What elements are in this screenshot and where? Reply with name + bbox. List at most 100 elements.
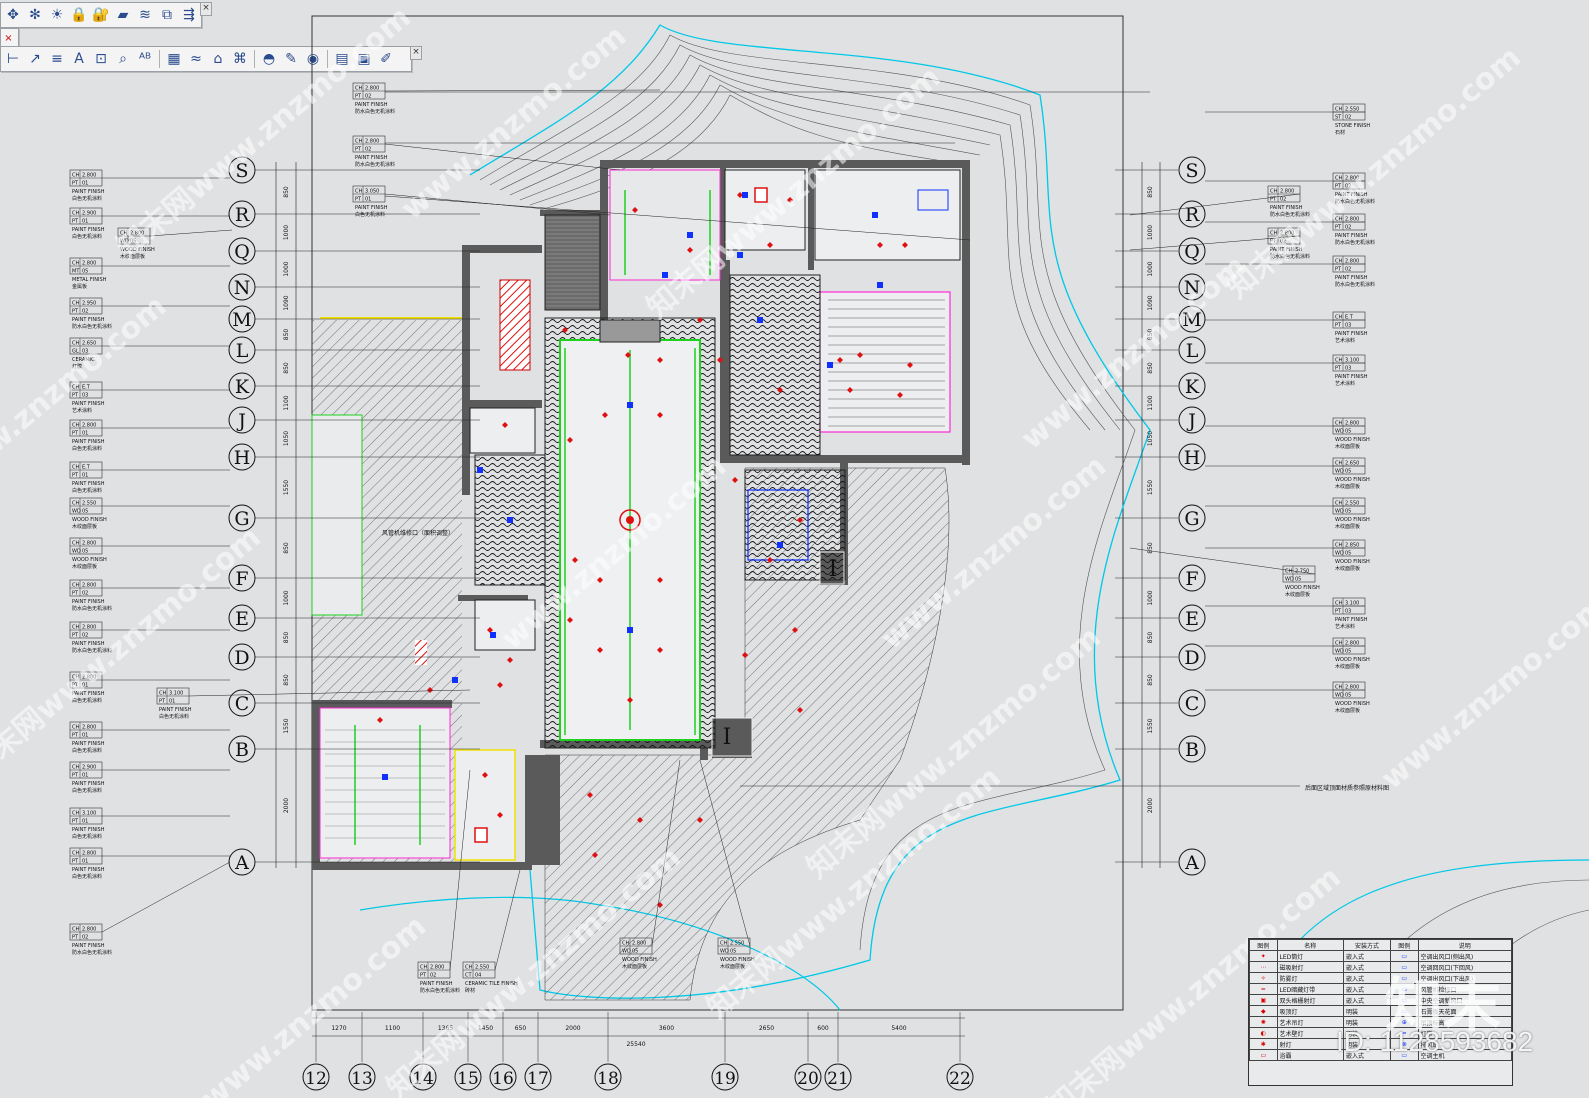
legend-header-cell: 说明 bbox=[1417, 939, 1512, 951]
tag-code: CH bbox=[1335, 315, 1342, 321]
dimension-text: 1100 bbox=[385, 1025, 400, 1032]
air-vent-icon bbox=[687, 232, 693, 238]
tag-value: 2.950 bbox=[82, 301, 96, 307]
tag-value: 2.900 bbox=[82, 765, 96, 771]
tag-value: 05 bbox=[730, 949, 736, 955]
finish-tag-right: CH 2.800WD 05 WOOD FINISH木纹面层板 bbox=[1332, 417, 1370, 450]
tag-code: WD bbox=[1285, 577, 1294, 583]
tag-value: 05 bbox=[1345, 429, 1351, 435]
room-bathroom-3 bbox=[454, 749, 516, 861]
watermark-text: 知末网www.znzmo.com bbox=[0, 520, 268, 786]
tag-code: CH bbox=[72, 261, 79, 267]
tag-material-cn: 木纹面层板 bbox=[1335, 663, 1360, 670]
tag-code: CH bbox=[72, 583, 79, 589]
tag-value: 02 bbox=[430, 973, 436, 979]
tag-material-cn: 防水白色无机涂料 bbox=[420, 987, 460, 994]
axis-label-E: E bbox=[1185, 608, 1199, 630]
tag-value: 2.550 bbox=[82, 501, 96, 507]
watermark-text: www.znzmo.com bbox=[1375, 589, 1589, 797]
tag-value: 02 bbox=[1345, 115, 1351, 121]
tag-code: PT bbox=[72, 935, 79, 941]
dimension-text: 850 bbox=[283, 632, 290, 644]
finish-tag-right: CH 2.550ST 02 STONE FINISH石材 bbox=[1332, 103, 1370, 136]
axis-label-K: K bbox=[235, 376, 250, 398]
tag-material: PAINT FINISH bbox=[72, 781, 105, 787]
tag-value: 01 bbox=[82, 733, 88, 739]
tag-material-cn: 白色无机涂料 bbox=[72, 195, 102, 202]
air-vent-icon bbox=[757, 317, 763, 323]
tag-material-cn: 防水白色无机涂料 bbox=[1335, 281, 1375, 288]
dimension-text: 850 bbox=[1147, 674, 1154, 686]
tag-material-cn: 防水白色无机涂料 bbox=[72, 605, 112, 612]
watermark-id: ID: 1128593682 bbox=[1336, 1026, 1534, 1057]
tag-material-cn: 白色无机涂料 bbox=[159, 713, 189, 720]
tag-code: CH bbox=[1335, 601, 1342, 607]
tag-material-cn: 木纹面层板 bbox=[1335, 565, 1360, 572]
tag-value: 2.800 bbox=[82, 261, 96, 267]
marker-I: I bbox=[829, 557, 838, 582]
axis-label-col: 13 bbox=[351, 1069, 373, 1089]
finish-tag-mid: CH 2.800PT 02 PAINT FINISH防水白色无机涂料 bbox=[352, 135, 395, 168]
tag-code: PT bbox=[72, 219, 79, 225]
wall bbox=[462, 400, 542, 408]
watermark-text: www.znzmo.com bbox=[1015, 249, 1253, 457]
tag-value: 2.550 bbox=[1345, 501, 1359, 507]
tag-code: CH bbox=[72, 725, 79, 731]
tag-code: PT bbox=[72, 591, 79, 597]
legend-header-cell: 图例 bbox=[1389, 939, 1419, 951]
tag-material-cn: 防水白色无机涂料 bbox=[355, 108, 395, 115]
tag-code: CH bbox=[1335, 641, 1342, 647]
tag-code: WD bbox=[720, 949, 729, 955]
tag-value: 05 bbox=[82, 509, 88, 515]
tag-code: WD bbox=[72, 549, 81, 555]
legend-cell: 嵌入式 bbox=[1342, 994, 1391, 1006]
legend-symbol-icon: ✦ bbox=[1249, 950, 1278, 962]
tag-value: 2.800 bbox=[82, 851, 96, 857]
tag-value: 03 bbox=[82, 393, 88, 399]
tag-value: 05 bbox=[1345, 469, 1351, 475]
tag-material: PAINT FINISH bbox=[355, 155, 388, 161]
tag-value: 2.550 bbox=[1345, 107, 1359, 113]
tag-value: 2.800 bbox=[1345, 685, 1359, 691]
tag-code: CH bbox=[1335, 259, 1342, 265]
legend-cell: 吸顶灯 bbox=[1276, 1005, 1344, 1017]
tag-code: CH bbox=[72, 211, 79, 217]
legend-cell: 防雾灯 bbox=[1276, 972, 1344, 984]
tag-code: CH bbox=[72, 341, 79, 347]
dimension-text: 2000 bbox=[1147, 798, 1154, 813]
tag-code: CH bbox=[1335, 421, 1342, 427]
tag-value: 05 bbox=[1345, 693, 1351, 699]
tag-value: 02 bbox=[82, 591, 88, 597]
legend-symbol-icon: ━ bbox=[1249, 983, 1278, 995]
legend-symbol-icon: ▣ bbox=[1249, 994, 1278, 1006]
axis-label-col: 15 bbox=[457, 1069, 479, 1089]
note-text: 风管机维修口（面积调整） bbox=[382, 529, 454, 537]
tag-value: 02 bbox=[82, 935, 88, 941]
tag-material: PAINT FINISH bbox=[72, 227, 105, 233]
axis-label-col: 17 bbox=[527, 1069, 549, 1089]
watermark-text: www.znzmo.com bbox=[395, 19, 633, 227]
dimension-text: 1550 bbox=[1147, 718, 1154, 733]
stair bbox=[544, 214, 601, 311]
tag-value: 2.800 bbox=[82, 541, 96, 547]
tag-value: 2.800 bbox=[1345, 259, 1359, 265]
tag-material-cn: 木纹面层板 bbox=[1335, 707, 1360, 714]
tag-material-cn: 白色无机涂料 bbox=[72, 487, 102, 494]
dimension-text: 1100 bbox=[283, 395, 290, 410]
tag-material-cn: 白色无机涂料 bbox=[355, 211, 385, 218]
tag-value: 2.800 bbox=[365, 86, 379, 92]
finish-tag-right: CH 2.800PT 02 PAINT FINISH防水白色无机涂料 bbox=[1332, 255, 1375, 288]
dimension-text: 1000 bbox=[1147, 261, 1154, 276]
dimension-text: 1090 bbox=[1147, 295, 1154, 310]
legend-symbol-icon: ✺ bbox=[1249, 1016, 1278, 1028]
tag-material: PAINT FINISH bbox=[72, 827, 105, 833]
floor-plan-canvas[interactable]: IIS SR RQ QN NM ML LK KJ JH HG GF FE ED DC CB BA A850 850… bbox=[0, 0, 1589, 1098]
dimension-text: 2000 bbox=[283, 798, 290, 813]
dimension-text: 1550 bbox=[1147, 480, 1154, 495]
tag-value: 05 bbox=[1345, 649, 1351, 655]
finish-tag-left: CH 2.800PT 02 PAINT FINISH防水白色无机涂料 bbox=[69, 579, 112, 612]
dimension-text: 2000 bbox=[565, 1025, 580, 1032]
tag-material-cn: 金属板 bbox=[72, 283, 87, 290]
tag-value: 01 bbox=[82, 473, 88, 479]
finish-tag-left: CH 2.800PT 01 PAINT FINISH白色无机涂料 bbox=[69, 169, 105, 202]
